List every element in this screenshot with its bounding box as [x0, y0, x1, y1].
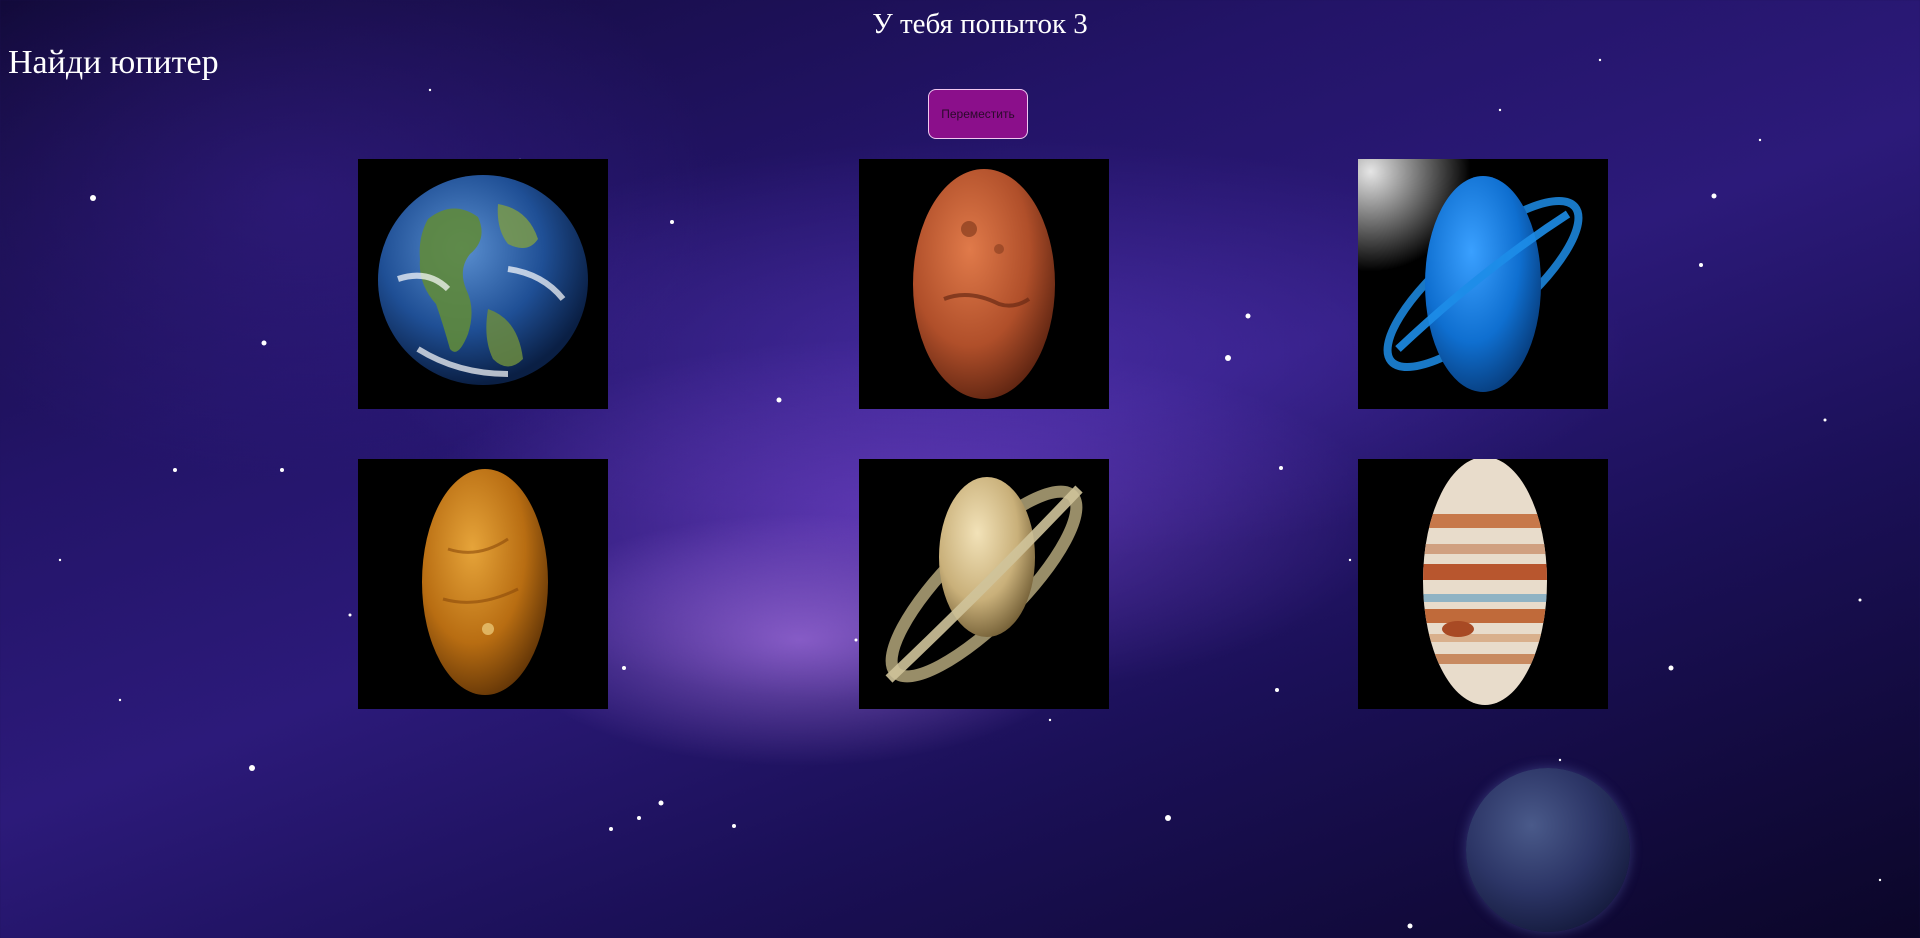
planet-tile-saturn[interactable]: [859, 459, 1109, 709]
planet-tile-venus[interactable]: [358, 459, 608, 709]
planet-tile-earth[interactable]: [358, 159, 608, 409]
earth-icon: [378, 175, 588, 385]
venus-icon: [422, 469, 548, 695]
task-heading: Найди юпитер: [8, 44, 219, 81]
mars-icon: [913, 169, 1055, 399]
attempts-counter: У тебя попыток 3: [872, 8, 1088, 40]
background-planet-icon: [1466, 768, 1630, 932]
neptune-icon: [1358, 159, 1608, 409]
saturn-icon: [885, 477, 1083, 683]
planet-tile-neptune[interactable]: [1358, 159, 1608, 409]
planet-tile-mars[interactable]: [859, 159, 1109, 409]
jupiter-icon: [1423, 459, 1547, 705]
planet-tile-jupiter[interactable]: [1358, 459, 1608, 709]
move-button[interactable]: Переместить: [928, 89, 1028, 139]
